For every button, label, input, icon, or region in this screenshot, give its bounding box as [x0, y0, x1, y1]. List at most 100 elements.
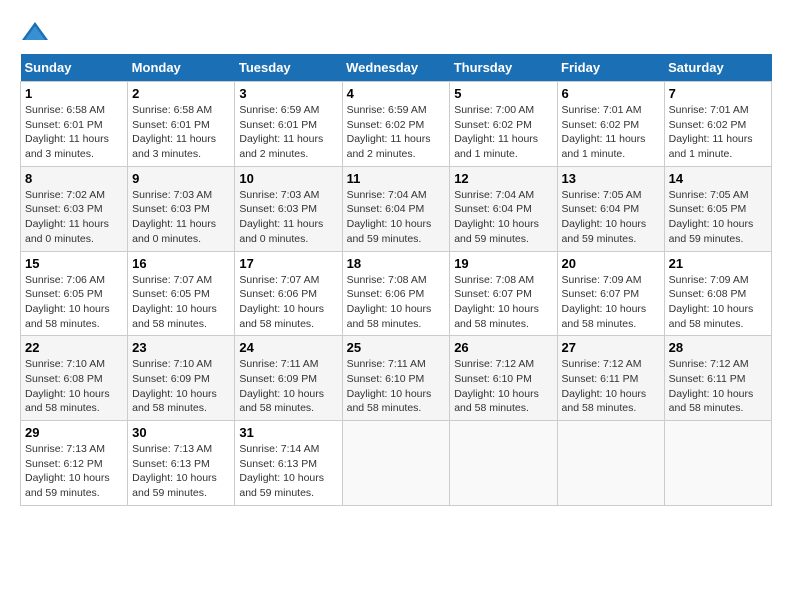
day-number: 31: [239, 425, 337, 440]
day-number: 12: [454, 171, 552, 186]
day-number: 28: [669, 340, 767, 355]
day-info: Sunrise: 7:08 AMSunset: 6:07 PMDaylight:…: [454, 273, 552, 332]
calendar-cell: 14 Sunrise: 7:05 AMSunset: 6:05 PMDayligh…: [664, 166, 771, 251]
calendar-cell: 4 Sunrise: 6:59 AMSunset: 6:02 PMDaylight…: [342, 82, 450, 167]
page-header: [20, 20, 772, 44]
calendar-cell: 9 Sunrise: 7:03 AMSunset: 6:03 PMDaylight…: [128, 166, 235, 251]
day-info: Sunrise: 7:06 AMSunset: 6:05 PMDaylight:…: [25, 273, 123, 332]
day-info: Sunrise: 7:11 AMSunset: 6:09 PMDaylight:…: [239, 357, 337, 416]
day-number: 25: [347, 340, 446, 355]
day-info: Sunrise: 7:04 AMSunset: 6:04 PMDaylight:…: [454, 188, 552, 247]
day-number: 11: [347, 171, 446, 186]
weekday-header-friday: Friday: [557, 54, 664, 82]
day-number: 23: [132, 340, 230, 355]
day-number: 16: [132, 256, 230, 271]
calendar-cell: 21 Sunrise: 7:09 AMSunset: 6:08 PMDayligh…: [664, 251, 771, 336]
day-info: Sunrise: 7:04 AMSunset: 6:04 PMDaylight:…: [347, 188, 446, 247]
calendar-cell: 18 Sunrise: 7:08 AMSunset: 6:06 PMDayligh…: [342, 251, 450, 336]
day-info: Sunrise: 7:13 AMSunset: 6:13 PMDaylight:…: [132, 442, 230, 501]
day-number: 3: [239, 86, 337, 101]
calendar-cell: 27Sunrise: 7:12 AMSunset: 6:11 PMDayligh…: [557, 336, 664, 421]
calendar-cell: 13 Sunrise: 7:05 AMSunset: 6:04 PMDayligh…: [557, 166, 664, 251]
day-number: 29: [25, 425, 123, 440]
day-number: 15: [25, 256, 123, 271]
calendar-cell: 31 Sunrise: 7:14 AMSunset: 6:13 PMDayligh…: [235, 421, 342, 506]
calendar-cell: 3 Sunrise: 6:59 AMSunset: 6:01 PMDaylight…: [235, 82, 342, 167]
day-number: 17: [239, 256, 337, 271]
logo: [20, 20, 54, 44]
calendar-table: SundayMondayTuesdayWednesdayThursdayFrid…: [20, 54, 772, 506]
weekday-header-wednesday: Wednesday: [342, 54, 450, 82]
calendar-cell: 11 Sunrise: 7:04 AMSunset: 6:04 PMDayligh…: [342, 166, 450, 251]
day-info: Sunrise: 7:00 AMSunset: 6:02 PMDaylight:…: [454, 103, 552, 162]
day-info: Sunrise: 7:10 AMSunset: 6:08 PMDaylight:…: [25, 357, 123, 416]
day-number: 22: [25, 340, 123, 355]
day-info: Sunrise: 7:07 AMSunset: 6:06 PMDaylight:…: [239, 273, 337, 332]
calendar-cell: 2Sunrise: 6:58 AMSunset: 6:01 PMDaylight…: [128, 82, 235, 167]
weekday-header-thursday: Thursday: [450, 54, 557, 82]
calendar-cell: 30 Sunrise: 7:13 AMSunset: 6:13 PMDayligh…: [128, 421, 235, 506]
day-number: 4: [347, 86, 446, 101]
day-info: Sunrise: 7:12 AMSunset: 6:11 PMDaylight:…: [669, 357, 767, 416]
calendar-cell: 28 Sunrise: 7:12 AMSunset: 6:11 PMDayligh…: [664, 336, 771, 421]
day-info: Sunrise: 7:03 AMSunset: 6:03 PMDaylight:…: [239, 188, 337, 247]
day-info: Sunrise: 7:13 AMSunset: 6:12 PMDaylight:…: [25, 442, 123, 501]
calendar-cell: 17 Sunrise: 7:07 AMSunset: 6:06 PMDayligh…: [235, 251, 342, 336]
weekday-header-sunday: Sunday: [21, 54, 128, 82]
calendar-cell: 1Sunrise: 6:58 AMSunset: 6:01 PMDaylight…: [21, 82, 128, 167]
calendar-cell: 24 Sunrise: 7:11 AMSunset: 6:09 PMDayligh…: [235, 336, 342, 421]
day-info: Sunrise: 7:12 AMSunset: 6:11 PMDaylight:…: [562, 357, 660, 416]
day-number: 24: [239, 340, 337, 355]
day-info: Sunrise: 7:10 AMSunset: 6:09 PMDaylight:…: [132, 357, 230, 416]
day-info: Sunrise: 7:09 AMSunset: 6:08 PMDaylight:…: [669, 273, 767, 332]
calendar-cell: 10 Sunrise: 7:03 AMSunset: 6:03 PMDayligh…: [235, 166, 342, 251]
calendar-cell: 26 Sunrise: 7:12 AMSunset: 6:10 PMDayligh…: [450, 336, 557, 421]
day-info: Sunrise: 7:08 AMSunset: 6:06 PMDaylight:…: [347, 273, 446, 332]
day-info: Sunrise: 6:59 AMSunset: 6:02 PMDaylight:…: [347, 103, 446, 162]
day-number: 13: [562, 171, 660, 186]
day-number: 2: [132, 86, 230, 101]
calendar-cell: 20 Sunrise: 7:09 AMSunset: 6:07 PMDayligh…: [557, 251, 664, 336]
calendar-cell: 29 Sunrise: 7:13 AMSunset: 6:12 PMDayligh…: [21, 421, 128, 506]
day-info: Sunrise: 7:07 AMSunset: 6:05 PMDaylight:…: [132, 273, 230, 332]
day-number: 14: [669, 171, 767, 186]
day-number: 10: [239, 171, 337, 186]
calendar-cell: 5 Sunrise: 7:00 AMSunset: 6:02 PMDaylight…: [450, 82, 557, 167]
calendar-cell: [664, 421, 771, 506]
calendar-cell: 16 Sunrise: 7:07 AMSunset: 6:05 PMDayligh…: [128, 251, 235, 336]
day-number: 5: [454, 86, 552, 101]
logo-icon: [20, 20, 50, 44]
day-info: Sunrise: 7:09 AMSunset: 6:07 PMDaylight:…: [562, 273, 660, 332]
calendar-cell: 12 Sunrise: 7:04 AMSunset: 6:04 PMDayligh…: [450, 166, 557, 251]
day-info: Sunrise: 7:11 AMSunset: 6:10 PMDaylight:…: [347, 357, 446, 416]
day-number: 9: [132, 171, 230, 186]
day-info: Sunrise: 7:14 AMSunset: 6:13 PMDaylight:…: [239, 442, 337, 501]
day-number: 6: [562, 86, 660, 101]
calendar-cell: [557, 421, 664, 506]
calendar-cell: 23 Sunrise: 7:10 AMSunset: 6:09 PMDayligh…: [128, 336, 235, 421]
day-info: Sunrise: 6:59 AMSunset: 6:01 PMDaylight:…: [239, 103, 337, 162]
weekday-header-saturday: Saturday: [664, 54, 771, 82]
day-info: Sunrise: 7:02 AMSunset: 6:03 PMDaylight:…: [25, 188, 123, 247]
day-info: Sunrise: 7:01 AMSunset: 6:02 PMDaylight:…: [562, 103, 660, 162]
calendar-cell: 15 Sunrise: 7:06 AMSunset: 6:05 PMDayligh…: [21, 251, 128, 336]
day-info: Sunrise: 7:03 AMSunset: 6:03 PMDaylight:…: [132, 188, 230, 247]
day-number: 21: [669, 256, 767, 271]
day-info: Sunrise: 7:01 AMSunset: 6:02 PMDaylight:…: [669, 103, 767, 162]
day-info: Sunrise: 7:05 AMSunset: 6:04 PMDaylight:…: [562, 188, 660, 247]
calendar-cell: 25 Sunrise: 7:11 AMSunset: 6:10 PMDayligh…: [342, 336, 450, 421]
day-number: 20: [562, 256, 660, 271]
calendar-cell: [450, 421, 557, 506]
calendar-cell: [342, 421, 450, 506]
weekday-header-monday: Monday: [128, 54, 235, 82]
calendar-cell: 19 Sunrise: 7:08 AMSunset: 6:07 PMDayligh…: [450, 251, 557, 336]
day-number: 18: [347, 256, 446, 271]
calendar-cell: 7 Sunrise: 7:01 AMSunset: 6:02 PMDaylight…: [664, 82, 771, 167]
day-number: 7: [669, 86, 767, 101]
day-number: 19: [454, 256, 552, 271]
day-info: Sunrise: 7:12 AMSunset: 6:10 PMDaylight:…: [454, 357, 552, 416]
day-number: 26: [454, 340, 552, 355]
day-number: 30: [132, 425, 230, 440]
day-info: Sunrise: 7:05 AMSunset: 6:05 PMDaylight:…: [669, 188, 767, 247]
day-number: 8: [25, 171, 123, 186]
